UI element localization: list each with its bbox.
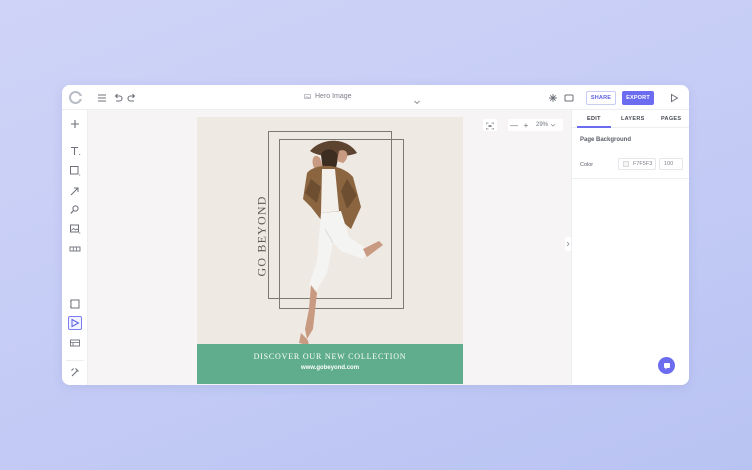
banner-title: DISCOVER OUR NEW COLLECTION (253, 352, 407, 361)
color-hex-value: F7F5F3 (633, 161, 653, 167)
top-bar: Hero Image SHARE EXPORT (62, 85, 689, 110)
brush-icon[interactable] (69, 204, 81, 216)
panel-tabs: EDIT LAYERS PAGES (572, 110, 689, 128)
shape-icon[interactable] (69, 165, 81, 177)
canvas-area[interactable]: — + 29% GO BEYOND DISCOVER OUR NEW COLLE… (88, 110, 571, 385)
banner-url: www.gobeyond.com (300, 365, 360, 371)
editor-window: Hero Image SHARE EXPORT — + 29% GO BEYON… (62, 85, 689, 385)
opacity-value: 100 (664, 161, 674, 167)
settings-icon[interactable] (69, 366, 81, 378)
tab-layers[interactable]: LAYERS (621, 116, 645, 122)
design-page[interactable]: GO BEYOND DISCOVER OUR NEW COLLECTION ww… (197, 117, 463, 384)
color-hex-field[interactable]: F7F5F3 (618, 158, 656, 170)
color-swatch[interactable] (623, 161, 629, 167)
zoom-in-button[interactable]: + (520, 121, 532, 130)
frame-icon[interactable] (69, 298, 81, 310)
zoom-control: — + 29% (508, 119, 563, 131)
layout-icon[interactable] (69, 337, 81, 349)
arrow-icon[interactable] (69, 185, 81, 197)
promo-banner[interactable]: DISCOVER OUR NEW COLLECTION www.gobeyond… (197, 344, 463, 384)
left-toolbar (62, 110, 88, 385)
image-icon (304, 94, 311, 99)
zoom-value[interactable]: 29% (532, 122, 548, 128)
fit-to-screen-icon[interactable] (483, 119, 497, 131)
zoom-out-button[interactable]: — (508, 121, 520, 130)
menu-icon[interactable] (96, 92, 108, 104)
document-title[interactable]: Hero Image (304, 93, 352, 100)
properties-panel: EDIT LAYERS PAGES Page Background Color … (571, 110, 689, 385)
share-button[interactable]: SHARE (586, 91, 616, 105)
document-title-text: Hero Image (315, 93, 352, 100)
select-cursor-icon[interactable] (68, 316, 82, 330)
tab-edit[interactable]: EDIT (587, 116, 601, 122)
chevron-down-icon[interactable] (413, 93, 421, 105)
model-photo[interactable] (277, 133, 387, 345)
vertical-heading-text: GO BEYOND (254, 195, 269, 277)
color-label: Color (580, 162, 594, 168)
preview-screen-icon[interactable] (563, 92, 575, 104)
tab-pages[interactable]: PAGES (661, 116, 681, 122)
chat-support-button[interactable] (658, 357, 675, 374)
panel-divider (572, 178, 689, 179)
redo-icon[interactable] (126, 92, 138, 104)
image-upload-icon[interactable] (69, 223, 81, 235)
active-tab-indicator (577, 126, 611, 128)
chat-icon (663, 362, 670, 369)
section-title: Page Background (580, 137, 632, 143)
text-icon[interactable] (69, 145, 81, 157)
undo-icon[interactable] (112, 92, 124, 104)
app-logo-icon[interactable] (69, 91, 82, 104)
export-button[interactable]: EXPORT (622, 91, 654, 105)
opacity-field[interactable]: 100 (659, 158, 683, 170)
toolbar-divider (66, 360, 84, 361)
zoom-chevron-icon[interactable] (550, 122, 556, 128)
sparkle-icon[interactable] (547, 92, 559, 104)
play-icon[interactable] (668, 92, 680, 104)
table-icon[interactable] (69, 243, 81, 255)
plus-icon[interactable] (69, 118, 81, 130)
